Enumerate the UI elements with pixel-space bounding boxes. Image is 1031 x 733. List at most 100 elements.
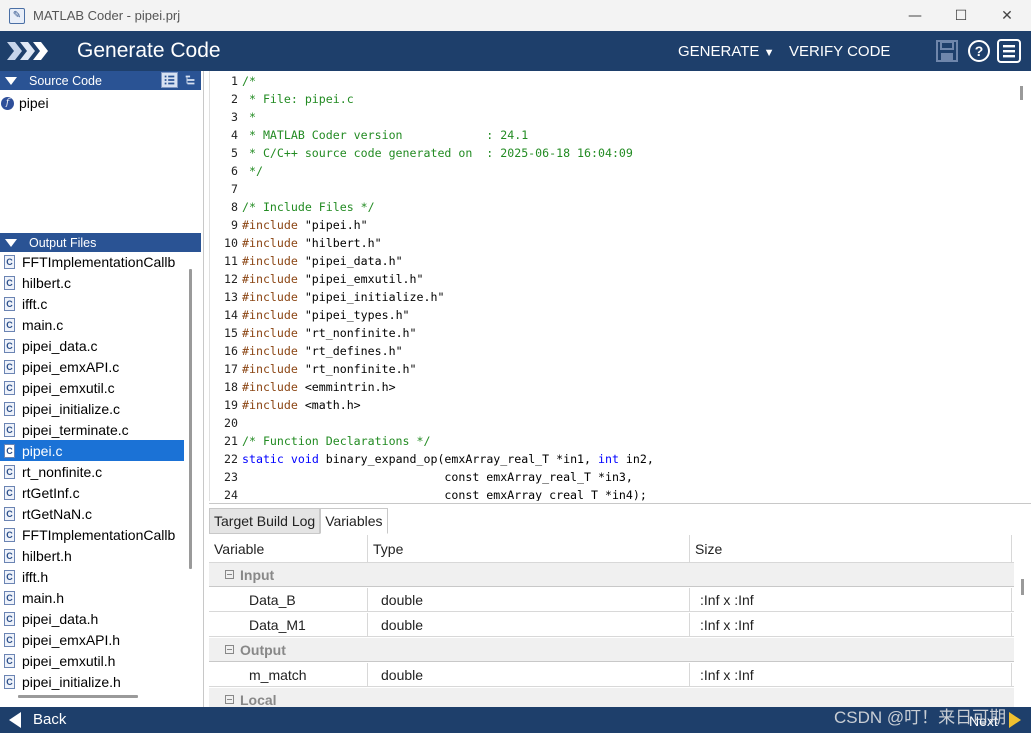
code-line: 2 * File: pipei.c	[210, 90, 354, 108]
save-icon[interactable]	[935, 39, 959, 63]
code-token: in2,	[618, 452, 654, 466]
output-file-label: FFTImplementationCallb	[22, 526, 176, 543]
column-header-type[interactable]: Type	[368, 535, 690, 562]
code-token: "pipei_emxutil.h"	[297, 272, 424, 286]
column-header-size[interactable]: Size	[690, 535, 1012, 562]
output-file-item[interactable]: C FFTImplementationCallb	[0, 524, 184, 545]
output-file-item[interactable]: Chilbert.c	[0, 272, 184, 293]
code-token: <emmintrin.h>	[297, 380, 396, 394]
variable-group-label: Output	[240, 641, 286, 658]
variable-group-label: Local	[240, 691, 277, 708]
variables-vertical-scrollbar[interactable]	[1021, 579, 1024, 595]
output-file-label: pipei_emxutil.c	[22, 379, 115, 396]
line-number: 2	[231, 92, 238, 106]
output-file-label: rtGetNaN.c	[22, 505, 93, 522]
tab-target-build-log[interactable]: Target Build Log	[209, 508, 321, 534]
output-file-item[interactable]: Cmain.h	[0, 587, 184, 608]
output-file-item[interactable]: Cpipei_terminate.c	[0, 419, 184, 440]
code-line: 7	[210, 180, 242, 198]
output-file-item[interactable]: Cpipei_emxAPI.h	[0, 629, 184, 650]
variable-size-cell: :Inf x :Inf	[690, 588, 1012, 611]
verify-code-button[interactable]: VERIFY CODE	[789, 43, 890, 60]
code-token: void	[290, 452, 319, 466]
output-file-label: main.h	[22, 589, 65, 606]
code-token: #include	[242, 344, 298, 358]
output-file-item[interactable]: Crt_nonfinite.c	[0, 461, 184, 482]
output-file-item[interactable]: Cmain.c	[0, 314, 184, 335]
close-button[interactable]: ✕	[984, 0, 1030, 31]
code-line: 11 #include "pipei_data.h"	[210, 252, 403, 270]
collapse-triangle-icon[interactable]	[5, 76, 17, 85]
output-file-item[interactable]: Cpipei_emxutil.c	[0, 377, 184, 398]
output-file-item[interactable]: Cpipei_initialize.c	[0, 398, 184, 419]
code-line: 16 #include "rt_defines.h"	[210, 342, 403, 360]
collapse-box-icon[interactable]	[225, 645, 234, 654]
minimize-button[interactable]: —	[892, 0, 938, 31]
help-icon[interactable]: ?	[967, 39, 991, 63]
output-file-item[interactable]: Chilbert.h	[0, 545, 184, 566]
file-list-vertical-scrollbar[interactable]	[189, 269, 192, 569]
code-token: #include	[242, 308, 298, 322]
collapse-triangle-icon[interactable]	[5, 238, 17, 247]
c-file-icon: C	[4, 569, 15, 584]
output-file-item[interactable]: Cpipei.c	[0, 440, 184, 461]
output-files-section-header[interactable]: Output Files	[0, 233, 201, 252]
output-file-item[interactable]: Cifft.c	[0, 293, 184, 314]
menu-icon[interactable]	[997, 39, 1021, 63]
line-number: 14	[224, 308, 238, 322]
c-file-icon: C	[4, 506, 15, 521]
output-file-item[interactable]: C FFTImplementationCallb	[0, 251, 184, 272]
code-token: "pipei_types.h"	[297, 308, 410, 322]
header-toolbar: Generate Code GENERATE ▼ VERIFY CODE ?	[0, 31, 1031, 71]
code-token: #include	[242, 218, 298, 232]
variable-group-header[interactable]: Output	[209, 638, 1014, 662]
output-file-label: pipei_initialize.h	[22, 673, 121, 690]
maximize-button[interactable]: ☐	[938, 0, 984, 31]
output-file-item[interactable]: CrtGetNaN.c	[0, 503, 184, 524]
variable-name-cell: Data_B	[209, 588, 368, 611]
next-arrow-icon[interactable]	[1009, 712, 1021, 728]
variable-name-cell: Data_M1	[209, 613, 368, 636]
code-viewer[interactable]: 1/* 2 * File: pipei.c 3 * 4 * MATLAB Coder …	[209, 71, 1031, 501]
output-file-item[interactable]: Cpipei_initialize.h	[0, 671, 184, 691]
code-line: 9 #include "pipei.h"	[210, 216, 368, 234]
collapse-box-icon[interactable]	[225, 695, 234, 704]
variable-group-header[interactable]: Input	[209, 563, 1014, 587]
file-list-horizontal-scrollbar[interactable]	[18, 695, 138, 698]
code-token: #include	[242, 398, 298, 412]
window-title: MATLAB Coder - pipei.prj	[33, 8, 181, 23]
output-file-label: pipei_emxutil.h	[22, 652, 116, 669]
variable-row[interactable]: m_match double:Inf x :Inf	[209, 663, 1014, 687]
column-header-variable[interactable]: Variable	[209, 535, 368, 562]
back-button[interactable]: Back	[33, 711, 66, 728]
variable-row[interactable]: Data_B double:Inf x :Inf	[209, 588, 1014, 612]
output-file-label: FFTImplementationCallb	[22, 253, 176, 270]
output-file-item[interactable]: Cpipei_emxAPI.c	[0, 356, 184, 377]
line-number: 18	[224, 380, 238, 394]
tree-view-icon[interactable]	[182, 72, 199, 88]
back-arrow-icon[interactable]	[9, 712, 21, 728]
generate-menu-button[interactable]: GENERATE ▼	[678, 43, 774, 60]
code-token: "rt_defines.h"	[297, 344, 403, 358]
output-file-label: pipei_emxAPI.h	[22, 631, 121, 648]
code-vertical-scrollbar[interactable]	[1020, 86, 1023, 100]
list-view-icon[interactable]	[161, 72, 178, 88]
output-file-item[interactable]: Cpipei_emxutil.h	[0, 650, 184, 671]
code-token: #include	[242, 236, 298, 250]
code-token: #include	[242, 380, 298, 394]
source-code-label: Source Code	[29, 73, 102, 88]
function-file-icon: f	[1, 96, 14, 110]
output-file-item[interactable]: Cifft.h	[0, 566, 184, 587]
variable-row[interactable]: Data_M1 double:Inf x :Inf	[209, 613, 1014, 637]
collapse-box-icon[interactable]	[225, 570, 234, 579]
c-file-icon: C	[4, 422, 15, 437]
tab-variables[interactable]: Variables	[320, 508, 388, 534]
source-item[interactable]: f pipei	[0, 93, 49, 113]
output-file-item[interactable]: CrtGetInf.c	[0, 482, 184, 503]
code-token: /* Include Files */	[242, 200, 375, 214]
output-file-item[interactable]: Cpipei_data.h	[0, 608, 184, 629]
output-file-item[interactable]: Cpipei_data.c	[0, 335, 184, 356]
source-code-section-header[interactable]: Source Code	[0, 71, 201, 90]
code-token: * MATLAB Coder version : 24.1	[242, 128, 529, 142]
